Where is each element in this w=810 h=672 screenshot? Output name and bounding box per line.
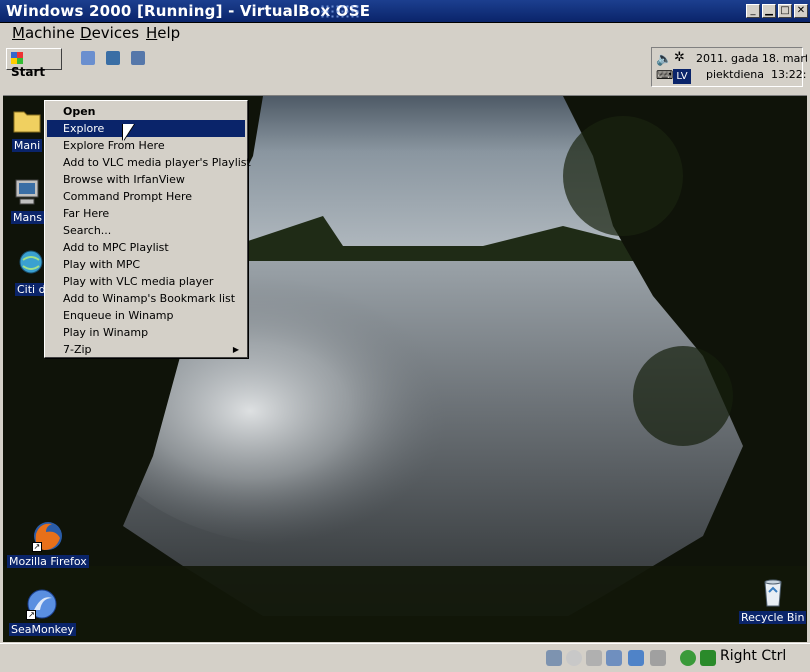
desktop-icon[interactable]	[106, 51, 121, 65]
start-button[interactable]: Start	[6, 48, 62, 79]
menu-machine[interactable]: Machine	[12, 24, 75, 42]
menu-item-label: 7-Zip	[63, 343, 92, 356]
system-tray: 🔈 ✲ ⌨ LV 2011. gada 18. martā piektdiena…	[651, 47, 807, 87]
desktop-icon-seamonkey[interactable]: ↗ SeaMonkey	[9, 588, 76, 636]
menu-item-browse-irfanview[interactable]: Browse with IrfanView	[47, 171, 245, 188]
minimize-button[interactable]: _	[746, 4, 760, 18]
tray-time: 13:22:52	[771, 68, 807, 81]
guest-screen[interactable]: Start 🔈 ✲ ⌨ LV 2011. gada 18. martā piek…	[3, 44, 807, 642]
mouse-cursor-icon	[123, 124, 134, 141]
desktop-icon-network-places[interactable]: Citi d	[15, 248, 48, 296]
floppy-icon[interactable]	[586, 650, 602, 666]
desktop-icon-label: Mozilla Firefox	[7, 555, 89, 568]
window-titlebar[interactable]: Windows 2000 [Running] - VirtualBox OSE …	[0, 0, 810, 23]
menu-item-play-mpc[interactable]: Play with MPC	[47, 256, 245, 273]
close-button[interactable]: ✕	[794, 4, 808, 18]
menu-help[interactable]: Help	[146, 24, 180, 42]
guest-taskbar: Start 🔈 ✲ ⌨ LV 2011. gada 18. martā piek…	[3, 44, 807, 96]
desktop-icon-label: SeaMonkey	[9, 623, 76, 636]
menu-item-enqueue-winamp[interactable]: Enqueue in Winamp	[47, 307, 245, 324]
documents-folder-icon	[11, 104, 43, 136]
hard-disk-icon[interactable]	[546, 650, 562, 666]
titlebar-pattern	[320, 4, 360, 20]
keyboard-icon[interactable]: ⌨	[656, 68, 673, 82]
desktop-icon-label: Citi d	[15, 283, 48, 296]
network-icon[interactable]: ✲	[674, 50, 685, 65]
outlook-icon[interactable]	[131, 51, 146, 65]
window-title: Windows 2000 [Running] - VirtualBox OSE	[6, 2, 371, 20]
maximize-button[interactable]: □	[778, 4, 792, 18]
host-key-label: Right Ctrl	[720, 648, 787, 664]
menu-item-search[interactable]: Search...	[47, 222, 245, 239]
computer-icon	[11, 176, 43, 208]
desktop-icon-firefox[interactable]: ↗ Mozilla Firefox	[7, 520, 89, 568]
tray-clock[interactable]: piektdiena 13:22:52	[706, 68, 807, 81]
tray-weekday: piektdiena	[706, 68, 765, 81]
quick-launch	[81, 50, 171, 68]
menu-devices[interactable]: Devices	[80, 24, 139, 42]
speaker-icon[interactable]: 🔈	[656, 52, 672, 67]
menubar: Machine Devices Help	[0, 23, 810, 43]
menu-item-far-here[interactable]: Far Here	[47, 205, 245, 222]
desktop-icon-my-documents[interactable]: Mani	[11, 104, 43, 152]
ie-icon[interactable]	[81, 51, 95, 65]
menu-item-7zip[interactable]: 7-Zip ▶	[47, 341, 245, 358]
desktop-icon-label: Recycle Bin	[739, 611, 807, 624]
menu-item-add-mpc-playlist[interactable]: Add to MPC Playlist	[47, 239, 245, 256]
shared-folders-icon[interactable]	[628, 650, 644, 666]
seamonkey-icon: ↗	[26, 588, 58, 620]
tray-date: 2011. gada 18. martā	[696, 52, 807, 65]
context-menu: Open Explore Explore From Here Add to VL…	[44, 100, 251, 358]
usb-icon[interactable]	[650, 650, 666, 666]
menu-item-open[interactable]: Open	[47, 103, 245, 120]
desktop-icon-recycle-bin[interactable]: Recycle Bin	[739, 576, 807, 624]
menu-item-play-vlc[interactable]: Play with VLC media player	[47, 273, 245, 290]
submenu-arrow-icon: ▶	[232, 345, 239, 354]
network-places-icon	[15, 248, 47, 280]
shortcut-arrow-icon: ↗	[31, 542, 42, 552]
menu-item-explore-from-here[interactable]: Explore From Here	[47, 137, 245, 154]
menu-item-winamp-bookmark[interactable]: Add to Winamp's Bookmark list	[47, 290, 245, 307]
cd-icon[interactable]	[566, 650, 582, 666]
minimize-icon-button[interactable]: ▁	[762, 4, 776, 18]
menu-item-add-vlc-playlist[interactable]: Add to VLC media player's Playlist	[47, 154, 251, 171]
virtualization-icon	[680, 650, 696, 666]
shortcut-arrow-icon: ↗	[26, 610, 37, 620]
desktop-icon-my-computer[interactable]: Mans	[11, 176, 44, 224]
windows-flag-icon	[11, 52, 23, 64]
network-adapter-icon[interactable]	[606, 650, 622, 666]
menu-item-explore[interactable]: Explore	[47, 120, 245, 137]
language-indicator[interactable]: LV	[673, 69, 691, 84]
desktop-icon-label: Mani	[11, 139, 43, 152]
desktop-icon-label: Mans	[11, 211, 44, 224]
mouse-integration-icon[interactable]	[700, 650, 716, 666]
firefox-icon: ↗	[31, 520, 64, 552]
recycle-bin-icon	[757, 576, 789, 608]
menu-item-command-prompt[interactable]: Command Prompt Here	[47, 188, 245, 205]
vbox-statusbar: Right Ctrl	[0, 643, 810, 672]
menu-item-play-winamp[interactable]: Play in Winamp	[47, 324, 245, 341]
start-label: Start	[11, 65, 46, 79]
